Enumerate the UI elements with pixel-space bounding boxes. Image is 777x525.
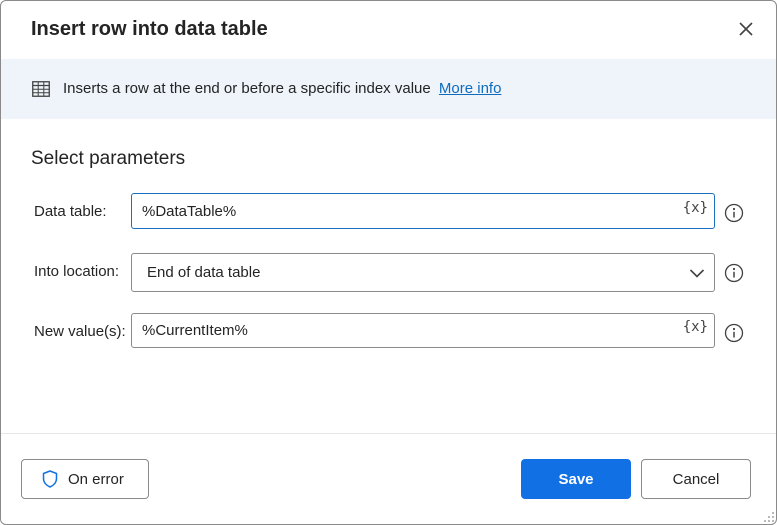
- close-button[interactable]: [732, 15, 760, 43]
- new-values-input[interactable]: %CurrentItem% {x}: [131, 313, 715, 348]
- chevron-down-icon[interactable]: [689, 267, 705, 279]
- info-icon[interactable]: [724, 203, 744, 223]
- into-location-label: Into location:: [34, 263, 120, 280]
- more-info-link[interactable]: More info: [439, 80, 502, 97]
- on-error-label: On error: [68, 470, 124, 488]
- cancel-button[interactable]: Cancel: [641, 459, 751, 499]
- into-location-select[interactable]: End of data table: [131, 253, 715, 292]
- close-icon: [739, 22, 753, 36]
- info-icon[interactable]: [724, 323, 744, 343]
- resize-grip-icon[interactable]: [761, 509, 775, 523]
- save-button[interactable]: Save: [521, 459, 631, 499]
- info-text: Inserts a row at the end or before a spe…: [63, 80, 501, 97]
- table-icon: [32, 81, 50, 97]
- insert-row-dialog: Insert row into data table Inserts a row…: [0, 0, 777, 525]
- shield-icon: [42, 470, 58, 488]
- info-icon[interactable]: [724, 263, 744, 283]
- info-description: Inserts a row at the end or before a spe…: [63, 80, 431, 97]
- data-table-label: Data table:: [34, 203, 107, 220]
- new-values-value: %CurrentItem%: [142, 322, 248, 339]
- info-bar: Inserts a row at the end or before a spe…: [1, 59, 776, 119]
- data-table-input[interactable]: %DataTable% {x}: [131, 193, 715, 229]
- footer-divider: [1, 433, 776, 434]
- dialog-title: Insert row into data table: [31, 18, 268, 40]
- section-title: Select parameters: [31, 148, 186, 169]
- variable-picker-button[interactable]: {x}: [683, 200, 708, 216]
- data-table-value: %DataTable%: [142, 202, 237, 220]
- on-error-button[interactable]: On error: [21, 459, 149, 499]
- into-location-value: End of data table: [147, 264, 261, 281]
- new-values-label: New value(s):: [34, 323, 126, 340]
- variable-picker-button[interactable]: {x}: [683, 319, 708, 335]
